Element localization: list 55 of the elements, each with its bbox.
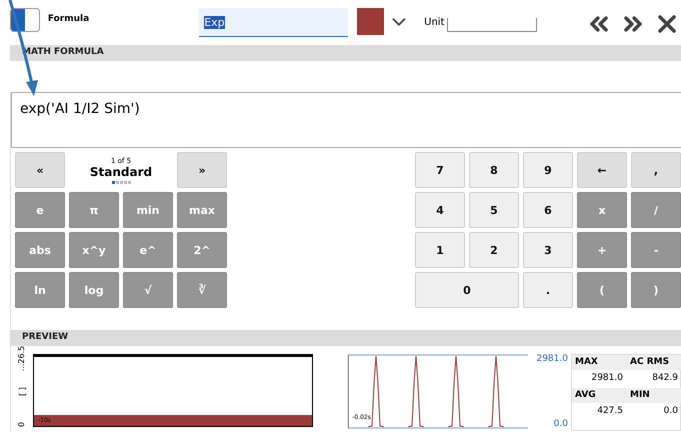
unit-label: [ ] [18, 387, 26, 396]
keypad-key[interactable]: , [631, 152, 681, 188]
stat-value: 0.0 [662, 405, 679, 418]
keypad-key[interactable]: 8 [469, 152, 519, 188]
next-page-button[interactable]: » [177, 152, 227, 188]
function-key[interactable]: ln [15, 272, 65, 308]
function-key[interactable]: x^y [69, 232, 119, 268]
section-header: PREVIEW [10, 330, 681, 346]
function-key[interactable]: log [69, 272, 119, 308]
function-key[interactable]: e^ [123, 232, 173, 268]
function-key[interactable]: min [123, 192, 173, 228]
axis-label: 2981.0 [536, 354, 568, 364]
previous-page-button[interactable]: « [15, 152, 65, 188]
keypad-key[interactable]: - [631, 232, 681, 268]
keypad-key[interactable]: 4 [415, 192, 465, 228]
keypad-key[interactable]: . [523, 272, 573, 308]
function-key[interactable]: max [177, 192, 227, 228]
keypad-key[interactable]: 3 [523, 232, 573, 268]
axis-label: 0.0 [554, 419, 568, 429]
unit-field[interactable] [447, 18, 537, 32]
stat-label: AVG [572, 388, 627, 403]
axis-label: 0 [18, 422, 26, 428]
function-key[interactable]: π [69, 192, 119, 228]
stat-label: MIN [626, 388, 681, 403]
formula-field[interactable]: exp('AI 1/I2 Sim') [11, 92, 681, 148]
keypad-key[interactable]: 6 [523, 192, 573, 228]
keypad-key[interactable]: 9 [523, 152, 573, 188]
name-field[interactable]: Exp [199, 8, 348, 37]
page-title: Standard [90, 164, 152, 178]
keypad-key[interactable]: + [577, 232, 627, 268]
keypad-key[interactable]: 1 [415, 232, 465, 268]
function-key[interactable]: e [15, 192, 65, 228]
formula-label: Formula [48, 14, 90, 24]
stat-value: 427.5 [596, 405, 624, 418]
keypad-key[interactable]: ← [577, 152, 627, 188]
function-key[interactable]: 2^ [177, 232, 227, 268]
keypad-key[interactable]: 0 [415, 272, 519, 308]
toggle-switch[interactable] [10, 8, 40, 32]
function-key[interactable]: abs [15, 232, 65, 268]
stat-value: 842.9 [651, 372, 679, 385]
axis-label: ...26.5 [18, 346, 26, 372]
stat-label: AC RMS [626, 355, 681, 370]
keypad-key[interactable]: 2 [469, 232, 519, 268]
stat-value: 2981.0 [590, 372, 624, 385]
unit-label: Unit [424, 17, 444, 28]
keypad-key[interactable]: 7 [415, 152, 465, 188]
keypad-key[interactable]: ( [577, 272, 627, 308]
function-key[interactable]: √ [123, 272, 173, 308]
stat-label: MAX [572, 355, 627, 370]
keypad-key[interactable]: / [631, 192, 681, 228]
keypad-key[interactable]: 5 [469, 192, 519, 228]
function-key[interactable]: ∛ [177, 272, 227, 308]
color-swatch[interactable] [357, 8, 384, 35]
keypad-key[interactable]: ) [631, 272, 681, 308]
keypad-key[interactable]: x [577, 192, 627, 228]
